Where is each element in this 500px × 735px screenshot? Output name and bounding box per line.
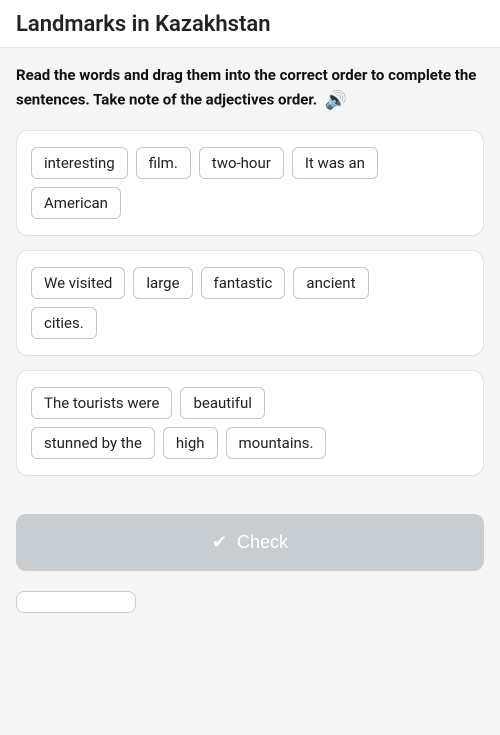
sentence-box-2: We visited large fantastic ancient citie… xyxy=(16,250,484,356)
word-chip[interactable]: It was an xyxy=(292,147,378,179)
instruction-body: Read the words and drag them into the co… xyxy=(16,66,476,108)
word-chip[interactable]: interesting xyxy=(31,147,128,179)
word-chip[interactable]: We visited xyxy=(31,267,125,299)
sentence-1-row-1: interesting film. two-hour It was an xyxy=(31,147,469,179)
sentence-3-row-1: The tourists were beautiful xyxy=(31,387,469,419)
instruction-text: Read the words and drag them into the co… xyxy=(16,64,484,114)
audio-icon[interactable]: 🔊 xyxy=(325,87,347,114)
bottom-nav-button[interactable] xyxy=(16,591,136,613)
word-chip[interactable]: film. xyxy=(136,147,191,179)
word-chip[interactable]: two-hour xyxy=(199,147,284,179)
header: Landmarks in Kazakhstan xyxy=(0,0,500,48)
sentence-box-1: interesting film. two-hour It was an Ame… xyxy=(16,130,484,236)
sentence-box-3: The tourists were beautiful stunned by t… xyxy=(16,370,484,476)
check-button[interactable]: ✔ Check xyxy=(16,514,484,571)
main-content: Read the words and drag them into the co… xyxy=(0,48,500,476)
word-chip[interactable]: mountains. xyxy=(226,427,327,459)
word-chip[interactable]: large xyxy=(133,267,192,299)
page-title: Landmarks in Kazakhstan xyxy=(16,12,484,37)
word-chip[interactable]: ancient xyxy=(293,267,368,299)
word-chip[interactable]: American xyxy=(31,187,121,219)
check-button-label: Check xyxy=(237,532,288,553)
sentence-3-row-2: stunned by the high mountains. xyxy=(31,427,469,459)
word-chip[interactable]: The tourists were xyxy=(31,387,172,419)
word-chip[interactable]: beautiful xyxy=(180,387,265,419)
word-chip[interactable]: fantastic xyxy=(201,267,286,299)
word-chip[interactable]: cities. xyxy=(31,307,97,339)
check-btn-container: ✔ Check xyxy=(0,490,500,587)
word-chip[interactable]: stunned by the xyxy=(31,427,155,459)
bottom-bar xyxy=(0,587,500,629)
sentence-2-row-1: We visited large fantastic ancient xyxy=(31,267,469,299)
sentence-2-row-2: cities. xyxy=(31,307,469,339)
sentence-1-row-2: American xyxy=(31,187,469,219)
check-icon: ✔ xyxy=(212,532,227,553)
word-chip[interactable]: high xyxy=(163,427,218,459)
